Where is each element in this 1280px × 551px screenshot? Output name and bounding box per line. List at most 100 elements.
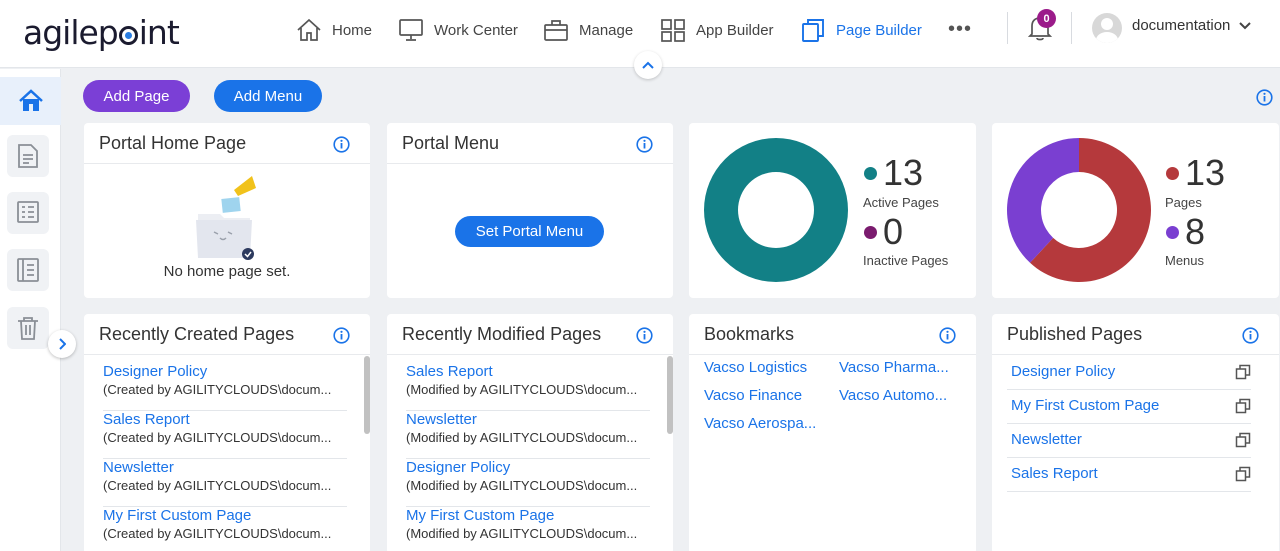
bookmark-link[interactable]: Vacso Logistics: [704, 359, 807, 376]
sidebar-item-list[interactable]: [7, 249, 49, 291]
donut-slice-menus[interactable]: [1007, 138, 1079, 263]
card-header: Portal Home Page: [84, 123, 370, 164]
sidebar-item-menus[interactable]: [7, 192, 49, 234]
menus-count: 8: [1185, 211, 1206, 252]
card-header: Recently Modified Pages: [387, 314, 673, 355]
page-link[interactable]: Designer Policy: [103, 363, 207, 380]
list-item: Newsletter: [1007, 424, 1251, 458]
donut-slice-active-pages[interactable]: [704, 138, 848, 282]
home-icon: [297, 18, 321, 41]
menu-list-icon: [17, 201, 39, 223]
portal-home-info-button[interactable]: [333, 136, 350, 158]
list-item: Designer Policy (Created by AGILITYCLOUD…: [103, 363, 347, 411]
page-link[interactable]: Newsletter: [103, 459, 174, 476]
recently-modified-card: Recently Modified Pages Sales Report (Mo…: [387, 314, 673, 551]
portal-menu-card: Portal Menu Set Portal Menu: [387, 123, 673, 298]
nav-home[interactable]: Home: [296, 16, 372, 44]
bookmark-link[interactable]: Vacso Pharma...: [839, 359, 949, 376]
list-item: Sales Report (Modified by AGILITYCLOUDS\…: [406, 363, 650, 411]
card-title: Recently Created Pages: [99, 324, 295, 344]
page-link[interactable]: Sales Report: [103, 411, 190, 428]
card-title: Portal Home Page: [99, 133, 247, 153]
copy-link-icon[interactable]: [1235, 364, 1251, 380]
created-by-text: (Created by AGILITYCLOUDS\docum...: [103, 478, 332, 493]
copy-link-icon[interactable]: [1235, 466, 1251, 482]
page-info-button[interactable]: [1256, 89, 1273, 111]
list-item: Sales Report: [1007, 458, 1251, 492]
published-page-link[interactable]: My First Custom Page: [1011, 397, 1159, 414]
expand-sidebar-button[interactable]: [48, 330, 76, 358]
sidebar-item-home[interactable]: [0, 77, 61, 125]
set-portal-menu-button[interactable]: Set Portal Menu: [455, 216, 604, 247]
copy-link-icon[interactable]: [1235, 398, 1251, 414]
menus-legend-dot: [1166, 226, 1179, 239]
info-icon: [1256, 89, 1273, 106]
recently-modified-info-button[interactable]: [636, 327, 653, 349]
list-item: Designer Policy (Modified by AGILITYCLOU…: [406, 459, 650, 507]
portal-home-card: Portal Home Page No home page set.: [84, 123, 370, 298]
modified-by-text: (Modified by AGILITYCLOUDS\docum...: [406, 382, 638, 397]
nav-manage[interactable]: Manage: [543, 16, 633, 44]
published-pages-card: Published Pages Designer Policy My First…: [992, 314, 1279, 551]
modified-by-text: (Modified by AGILITYCLOUDS\docum...: [406, 430, 638, 445]
card-header: Bookmarks: [689, 314, 976, 355]
avatar[interactable]: [1092, 13, 1122, 43]
inactive-pages-label: Inactive Pages: [863, 253, 949, 268]
active-pages-count: 13: [883, 152, 924, 193]
published-page-link[interactable]: Sales Report: [1011, 465, 1098, 482]
page-link[interactable]: My First Custom Page: [103, 507, 251, 524]
card-header: Recently Created Pages: [84, 314, 370, 355]
list-item: Newsletter (Modified by AGILITYCLOUDS\do…: [406, 411, 650, 459]
agilepoint-logo[interactable]: agilep int: [23, 12, 180, 52]
page-link[interactable]: Sales Report: [406, 363, 493, 380]
published-page-link[interactable]: Newsletter: [1011, 431, 1082, 448]
nav-app-builder-label: App Builder: [696, 21, 774, 39]
chevron-right-icon: [59, 338, 66, 350]
page-link[interactable]: Designer Policy: [406, 459, 510, 476]
sidebar-item-trash[interactable]: [7, 307, 49, 349]
modified-by-text: (Modified by AGILITYCLOUDS\docum...: [406, 478, 638, 493]
scrollbar-thumb[interactable]: [364, 356, 370, 434]
portal-menu-info-button[interactable]: [636, 136, 653, 158]
nav-work-center[interactable]: Work Center: [398, 16, 518, 44]
nav-app-builder[interactable]: App Builder: [660, 16, 774, 44]
trash-icon: [18, 317, 38, 340]
active-pages-label: Active Pages: [863, 195, 939, 210]
more-menu-button[interactable]: •••: [948, 18, 972, 41]
nav-work-center-label: Work Center: [434, 21, 518, 39]
card-title: Published Pages: [1007, 324, 1143, 344]
created-by-text: (Created by AGILITYCLOUDS\docum...: [103, 382, 332, 397]
card-title: Recently Modified Pages: [402, 324, 602, 344]
add-page-button[interactable]: Add Page: [83, 80, 190, 112]
bookmark-link[interactable]: Vacso Finance: [704, 387, 802, 404]
copy-link-icon[interactable]: [1235, 432, 1251, 448]
pages-count: 13: [1185, 152, 1226, 193]
published-info-button[interactable]: [1242, 327, 1259, 349]
sidebar-item-pages[interactable]: [7, 135, 49, 177]
page-link[interactable]: My First Custom Page: [406, 507, 554, 524]
card-header: Portal Menu: [387, 123, 673, 164]
inactive-legend-dot: [864, 226, 877, 239]
nav-page-builder[interactable]: Page Builder: [800, 16, 922, 44]
page-status-donut-chart: [704, 138, 848, 282]
list-item: My First Custom Page (Modified by AGILIT…: [406, 507, 650, 551]
bookmark-link[interactable]: Vacso Aerospa...: [704, 415, 816, 432]
bookmark-link[interactable]: Vacso Automo...: [839, 387, 947, 404]
scrollbar-thumb[interactable]: [667, 356, 673, 434]
page-icon: [18, 144, 38, 168]
pages-label: Pages: [1165, 195, 1202, 210]
pages-menus-donut-chart: [1007, 138, 1151, 282]
list-item: My First Custom Page (Created by AGILITY…: [103, 507, 347, 551]
menus-label: Menus: [1165, 253, 1205, 268]
add-menu-button[interactable]: Add Menu: [214, 80, 322, 112]
empty-state-text: No home page set.: [163, 263, 291, 280]
page-link[interactable]: Newsletter: [406, 411, 477, 428]
info-icon: [636, 136, 653, 153]
briefcase-icon: [544, 20, 568, 41]
recently-created-info-button[interactable]: [333, 327, 350, 349]
bookmarks-info-button[interactable]: [939, 327, 956, 349]
published-page-link[interactable]: Designer Policy: [1011, 363, 1115, 380]
info-icon: [333, 136, 350, 153]
collapse-header-button[interactable]: [634, 51, 662, 79]
user-menu[interactable]: documentation: [1132, 17, 1252, 34]
